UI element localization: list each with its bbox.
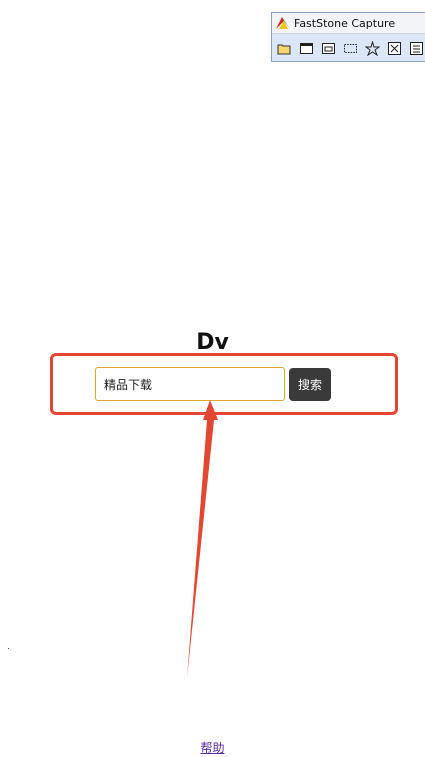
faststone-title: FastStone Capture — [294, 16, 396, 30]
capture-object-icon[interactable] — [320, 40, 336, 57]
capture-freehand-icon[interactable] — [365, 40, 381, 57]
site-logo-text: Dv — [196, 330, 229, 355]
capture-window-icon[interactable] — [298, 40, 314, 57]
faststone-logo-icon — [276, 17, 290, 29]
capture-scrolling-icon[interactable] — [409, 40, 425, 57]
search-button[interactable]: 搜索 — [289, 368, 331, 401]
capture-rectangle-icon[interactable] — [342, 40, 358, 57]
stray-dot — [8, 648, 9, 649]
help-link[interactable]: 帮助 — [200, 741, 224, 755]
faststone-title-bar[interactable]: FastStone Capture — [272, 13, 425, 34]
help-link-container: 帮助 — [0, 739, 425, 756]
search-input[interactable] — [95, 367, 285, 401]
faststone-tools — [272, 34, 425, 61]
capture-fullscreen-icon[interactable] — [387, 40, 403, 57]
open-folder-icon[interactable] — [276, 40, 292, 57]
faststone-capture-toolbar[interactable]: FastStone Capture — [271, 12, 425, 62]
